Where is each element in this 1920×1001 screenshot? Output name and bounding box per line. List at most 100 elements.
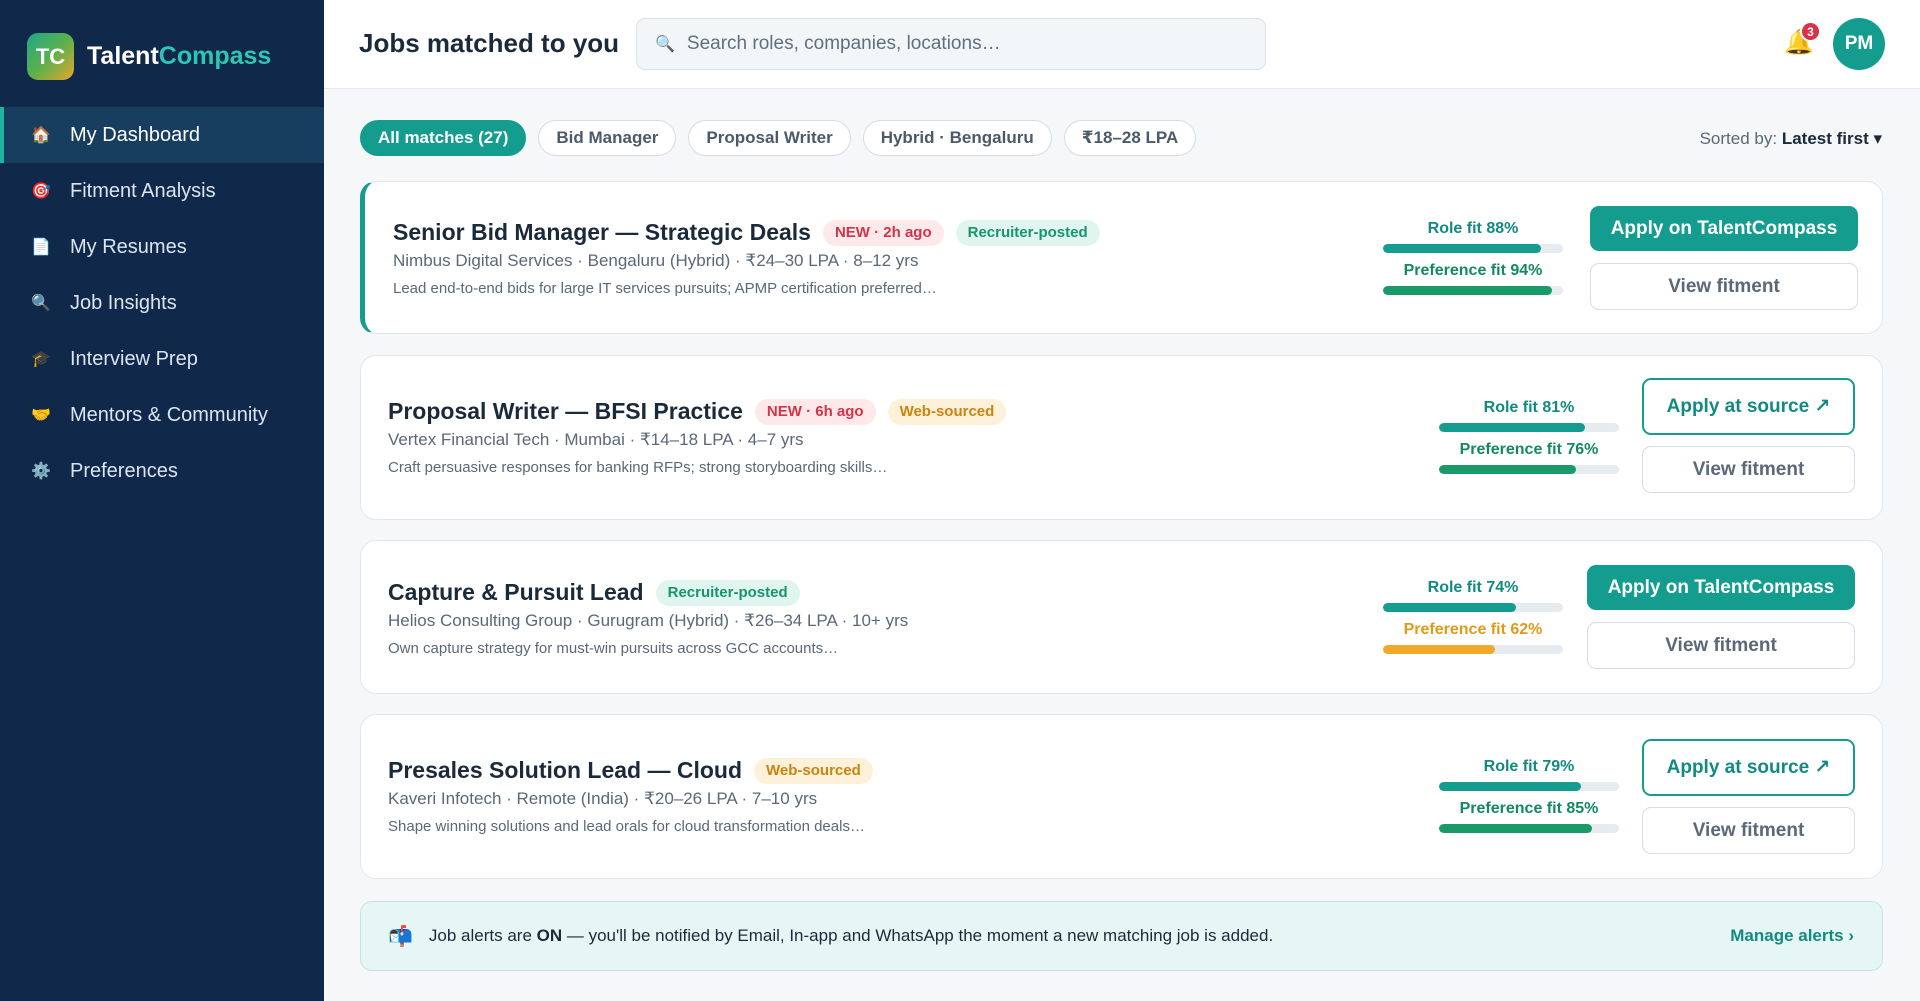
job-card[interactable]: Senior Bid Manager — Strategic Deals NEW… <box>360 181 1883 334</box>
apply-at-source-button[interactable]: Apply at source ↗ <box>1642 739 1855 796</box>
graduation-cap-icon: 🎓 <box>31 351 51 368</box>
home-icon: 🏠 <box>31 127 51 144</box>
view-fitment-button[interactable]: View fitment <box>1590 263 1858 310</box>
apply-at-source-button[interactable]: Apply at source ↗ <box>1642 378 1855 435</box>
page-title: Jobs matched to you <box>359 28 620 58</box>
role-fit-label: Role fit 88% <box>1427 220 1519 237</box>
sidebar-item-fitment-analysis[interactable]: 🎯 Fitment Analysis <box>0 163 324 219</box>
mailbox-icon: 📬 <box>388 925 413 948</box>
sort-control[interactable]: Sorted by: Latest first ▾ <box>1700 129 1882 149</box>
role-fit-bar <box>1439 423 1619 432</box>
target-icon: 🎯 <box>31 183 51 200</box>
brand-name: TalentCompass <box>87 42 271 71</box>
sidebar-item-job-insights[interactable]: 🔍 Job Insights <box>0 275 324 331</box>
alert-text: Job alerts are ON — you'll be notified b… <box>429 926 1273 946</box>
source-badge: Recruiter-posted <box>955 219 1100 246</box>
chip-salary-range[interactable]: ₹18–28 LPA <box>1063 120 1197 156</box>
apply-on-talentcompass-button[interactable]: Apply on TalentCompass <box>1590 206 1858 251</box>
role-fit-fill <box>1383 603 1517 612</box>
sidebar-nav: 🏠 My Dashboard 🎯 Fitment Analysis 📄 My Resu… <box>0 107 324 499</box>
preference-fit-fill <box>1383 286 1553 295</box>
preference-fit-label: Preference fit 76% <box>1459 441 1599 458</box>
view-fitment-button[interactable]: View fitment <box>1642 446 1855 493</box>
job-card[interactable]: Proposal Writer — BFSI Practice NEW · 6h… <box>360 355 1883 520</box>
gear-icon: ⚙️ <box>31 463 51 480</box>
preference-fit-bar <box>1439 824 1619 833</box>
sidebar-item-label: Preferences <box>70 459 178 482</box>
role-fit: Role fit 88% <box>1383 220 1563 253</box>
alert-status: ON <box>536 926 563 945</box>
avatar[interactable]: PM <box>1833 18 1885 70</box>
apply-on-talentcompass-button[interactable]: Apply on TalentCompass <box>1587 565 1855 610</box>
preference-fit-bar <box>1383 286 1563 295</box>
preference-fit-label: Preference fit 85% <box>1459 800 1599 817</box>
role-fit-label: Role fit 81% <box>1483 399 1575 416</box>
brand-name-part2: Compass <box>158 42 272 70</box>
job-card[interactable]: Presales Solution Lead — Cloud Web-sourc… <box>360 714 1883 879</box>
preference-fit-fill <box>1439 465 1576 474</box>
job-title[interactable]: Proposal Writer — BFSI Practice <box>388 398 743 425</box>
preference-fit-bar <box>1383 645 1563 654</box>
top-header: Jobs matched to you 🔍 🔔 3 PM <box>324 0 1920 89</box>
search-box[interactable]: 🔍 <box>636 18 1266 70</box>
job-meta: Vertex Financial Tech · Mumbai · ₹14–18 … <box>388 430 804 449</box>
source-badge: Web-sourced <box>754 757 873 784</box>
brand[interactable]: TC TalentCompass <box>27 33 271 80</box>
job-alert-banner: 📬 Job alerts are ON — you'll be notified… <box>360 901 1883 971</box>
sidebar-item-label: Interview Prep <box>70 347 198 370</box>
magnifier-icon: 🔍 <box>31 295 51 312</box>
chip-proposal-writer[interactable]: Proposal Writer <box>688 120 851 156</box>
chip-bid-manager[interactable]: Bid Manager <box>538 120 677 156</box>
view-fitment-button[interactable]: View fitment <box>1587 622 1855 669</box>
job-description: Lead end-to-end bids for large IT servic… <box>393 280 937 297</box>
job-title[interactable]: Capture & Pursuit Lead <box>388 579 644 606</box>
job-header: Presales Solution Lead — Cloud Web-sourc… <box>388 757 873 784</box>
sidebar-item-label: Mentors & Community <box>70 403 268 426</box>
filter-chips: All matches (27) Bid Manager Proposal Wr… <box>360 120 1197 156</box>
role-fit-fill <box>1383 244 1542 253</box>
job-header: Capture & Pursuit Lead Recruiter-posted <box>388 579 800 606</box>
sidebar-item-label: Fitment Analysis <box>70 179 216 202</box>
manage-alerts-link[interactable]: Manage alerts › <box>1730 926 1854 946</box>
sidebar-item-my-dashboard[interactable]: 🏠 My Dashboard <box>0 107 324 163</box>
handshake-icon: 🤝 <box>31 407 51 424</box>
sidebar: TC TalentCompass 🏠 My Dashboard 🎯 Fitment … <box>0 0 324 1001</box>
job-card[interactable]: Capture & Pursuit Lead Recruiter-posted … <box>360 540 1883 694</box>
preference-fit-fill <box>1439 824 1592 833</box>
chip-hybrid-bengaluru[interactable]: Hybrid · Bengaluru <box>862 120 1052 156</box>
job-meta: Kaveri Infotech · Remote (India) · ₹20–2… <box>388 789 818 808</box>
sidebar-item-my-resumes[interactable]: 📄 My Resumes <box>0 219 324 275</box>
logo: TC <box>27 33 74 80</box>
sort-value: Latest first ▾ <box>1781 129 1882 148</box>
job-description: Own capture strategy for must-win pursui… <box>388 640 839 657</box>
document-icon: 📄 <box>31 239 51 256</box>
role-fit-fill <box>1439 423 1585 432</box>
search-input[interactable] <box>686 33 1247 55</box>
job-title[interactable]: Senior Bid Manager — Strategic Deals <box>393 219 811 246</box>
view-fitment-button[interactable]: View fitment <box>1642 807 1855 854</box>
role-fit: Role fit 74% <box>1383 579 1563 612</box>
source-badge: Recruiter-posted <box>655 579 800 606</box>
preference-fit: Preference fit 76% <box>1439 441 1619 474</box>
job-description: Shape winning solutions and lead orals f… <box>388 818 865 835</box>
role-fit: Role fit 81% <box>1439 399 1619 432</box>
chip-all-matches[interactable]: All matches (27) <box>360 120 527 156</box>
job-meta: Helios Consulting Group · Gurugram (Hybr… <box>388 611 909 630</box>
role-fit-bar <box>1383 603 1563 612</box>
job-title[interactable]: Presales Solution Lead — Cloud <box>388 757 742 784</box>
preference-fit-label: Preference fit 62% <box>1403 621 1543 638</box>
role-fit-label: Role fit 79% <box>1483 758 1575 775</box>
alert-text-after: — you'll be notified by Email, In-app an… <box>562 926 1274 945</box>
preference-fit-label: Preference fit 94% <box>1403 262 1543 279</box>
sidebar-item-preferences[interactable]: ⚙️ Preferences <box>0 443 324 499</box>
sidebar-item-interview-prep[interactable]: 🎓 Interview Prep <box>0 331 324 387</box>
sidebar-item-label: My Resumes <box>70 235 187 258</box>
search-icon: 🔍 <box>655 36 675 53</box>
sort-label: Sorted by: <box>1699 129 1778 148</box>
new-badge: NEW · 2h ago <box>822 219 944 246</box>
preference-fit: Preference fit 62% <box>1383 621 1563 654</box>
sidebar-item-mentors-community[interactable]: 🤝 Mentors & Community <box>0 387 324 443</box>
new-badge: NEW · 6h ago <box>754 398 876 425</box>
role-fit-fill <box>1439 782 1582 791</box>
job-header: Senior Bid Manager — Strategic Deals NEW… <box>393 219 1100 246</box>
